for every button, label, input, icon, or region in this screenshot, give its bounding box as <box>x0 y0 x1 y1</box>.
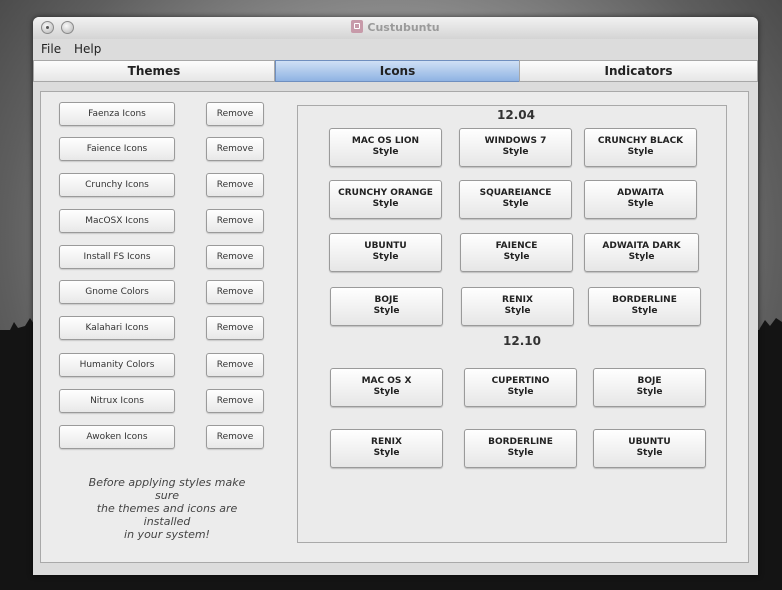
remove-button[interactable]: Remove <box>206 245 264 269</box>
style-name: BORDERLINE <box>488 437 553 447</box>
icon-pack-button[interactable]: Install FS Icons <box>59 245 175 269</box>
style-button[interactable]: MAC OS LION Style <box>329 128 442 167</box>
style-sub: Style <box>631 306 658 316</box>
style-sub: Style <box>628 252 655 262</box>
remove-button[interactable]: Remove <box>206 102 264 126</box>
style-button[interactable]: RENIX Style <box>330 429 443 468</box>
remove-button[interactable]: Remove <box>206 425 264 449</box>
style-button[interactable]: RENIX Style <box>461 287 574 326</box>
style-name: UBUNTU <box>364 241 407 251</box>
tab-bar: Themes Icons Indicators <box>33 60 758 84</box>
hint-line: the themes and icons are installed <box>96 502 238 528</box>
style-button[interactable]: FAIENCE Style <box>460 233 573 272</box>
style-button[interactable]: ADWAITA DARK Style <box>584 233 699 272</box>
style-sub: Style <box>627 147 654 157</box>
style-sub: Style <box>504 306 531 316</box>
remove-button[interactable]: Remove <box>206 353 264 377</box>
menu-help[interactable]: Help <box>74 42 101 56</box>
style-sub: Style <box>373 387 400 397</box>
style-button[interactable]: MAC OS X Style <box>330 368 443 407</box>
icons-panel: Faenza Icons Remove Faience Icons Remove Cru… <box>40 91 749 563</box>
style-button[interactable]: BORDERLINE Style <box>464 429 577 468</box>
window-title-text: Custubuntu <box>367 21 440 34</box>
icon-pack-button[interactable]: Nitrux Icons <box>59 389 175 413</box>
style-name: ADWAITA DARK <box>602 241 681 251</box>
tab-indicators[interactable]: Indicators <box>519 60 758 82</box>
remove-button[interactable]: Remove <box>206 280 264 304</box>
style-button[interactable]: WINDOWS 7 Style <box>459 128 572 167</box>
window-title: Custubuntu <box>33 20 758 34</box>
icon-pack-button[interactable]: Crunchy Icons <box>59 173 175 197</box>
icon-pack-button[interactable]: MacOSX Icons <box>59 209 175 233</box>
style-button[interactable]: BORDERLINE Style <box>588 287 701 326</box>
remove-button[interactable]: Remove <box>206 389 264 413</box>
style-sub: Style <box>636 387 663 397</box>
style-name: BOJE <box>637 376 662 386</box>
style-button[interactable]: CRUNCHY BLACK Style <box>584 128 697 167</box>
style-sub: Style <box>502 147 529 157</box>
style-sub: Style <box>372 199 399 209</box>
style-button[interactable]: CUPERTINO Style <box>464 368 577 407</box>
style-sub: Style <box>627 199 654 209</box>
hint-line: Before applying styles make sure <box>88 476 246 502</box>
style-name: BORDERLINE <box>612 295 677 305</box>
style-button[interactable]: BOJE Style <box>330 287 443 326</box>
remove-button[interactable]: Remove <box>206 316 264 340</box>
menu-file[interactable]: File <box>41 42 61 56</box>
style-sub: Style <box>373 306 400 316</box>
style-name: CUPERTINO <box>491 376 550 386</box>
style-name: UBUNTU <box>628 437 671 447</box>
version-label-1210: 12.10 <box>503 334 541 348</box>
title-bar[interactable]: Custubuntu <box>33 17 758 40</box>
style-name: MAC OS LION <box>351 136 420 146</box>
tab-icons[interactable]: Icons <box>275 60 520 82</box>
icon-pack-button[interactable]: Faience Icons <box>59 137 175 161</box>
hint-line: in your system! <box>124 528 210 541</box>
styles-panel: 12.04 12.10 MAC OS LION Style WINDOWS 7 Sty… <box>297 105 727 543</box>
icon-pack-button[interactable]: Humanity Colors <box>59 353 175 377</box>
style-sub: Style <box>636 448 663 458</box>
style-name: CRUNCHY BLACK <box>597 136 684 146</box>
remove-button[interactable]: Remove <box>206 137 264 161</box>
remove-button[interactable]: Remove <box>206 209 264 233</box>
style-name: BOJE <box>374 295 399 305</box>
style-sub: Style <box>502 199 529 209</box>
tab-themes[interactable]: Themes <box>33 60 275 82</box>
style-name: WINDOWS 7 <box>484 136 547 146</box>
style-button[interactable]: UBUNTU Style <box>593 429 706 468</box>
app-window: Custubuntu File Help Themes Icons Indica… <box>33 17 758 575</box>
style-name: SQUAREIANCE <box>479 188 552 198</box>
style-name: ADWAITA <box>617 188 664 198</box>
style-sub: Style <box>372 147 399 157</box>
icon-pack-button[interactable]: Faenza Icons <box>59 102 175 126</box>
icon-pack-button[interactable]: Gnome Colors <box>59 280 175 304</box>
icon-pack-button[interactable]: Awoken Icons <box>59 425 175 449</box>
style-button[interactable]: CRUNCHY ORANGE Style <box>329 180 442 219</box>
style-button[interactable]: UBUNTU Style <box>329 233 442 272</box>
version-label-1204: 12.04 <box>497 108 535 122</box>
menu-bar: File Help <box>33 39 758 59</box>
style-button[interactable]: ADWAITA Style <box>584 180 697 219</box>
icon-pack-button[interactable]: Kalahari Icons <box>59 316 175 340</box>
style-name: CRUNCHY ORANGE <box>338 188 433 198</box>
style-sub: Style <box>372 252 399 262</box>
app-icon <box>351 20 364 33</box>
style-button[interactable]: BOJE Style <box>593 368 706 407</box>
style-name: MAC OS X <box>361 376 412 386</box>
style-sub: Style <box>507 387 534 397</box>
remove-button[interactable]: Remove <box>206 173 264 197</box>
style-name: FAIENCE <box>495 241 538 251</box>
style-sub: Style <box>507 448 534 458</box>
style-name: RENIX <box>502 295 533 305</box>
style-name: RENIX <box>371 437 402 447</box>
install-hint: Before applying styles make sure the the… <box>79 476 255 541</box>
style-button[interactable]: SQUAREIANCE Style <box>459 180 572 219</box>
style-sub: Style <box>373 448 400 458</box>
style-sub: Style <box>503 252 530 262</box>
